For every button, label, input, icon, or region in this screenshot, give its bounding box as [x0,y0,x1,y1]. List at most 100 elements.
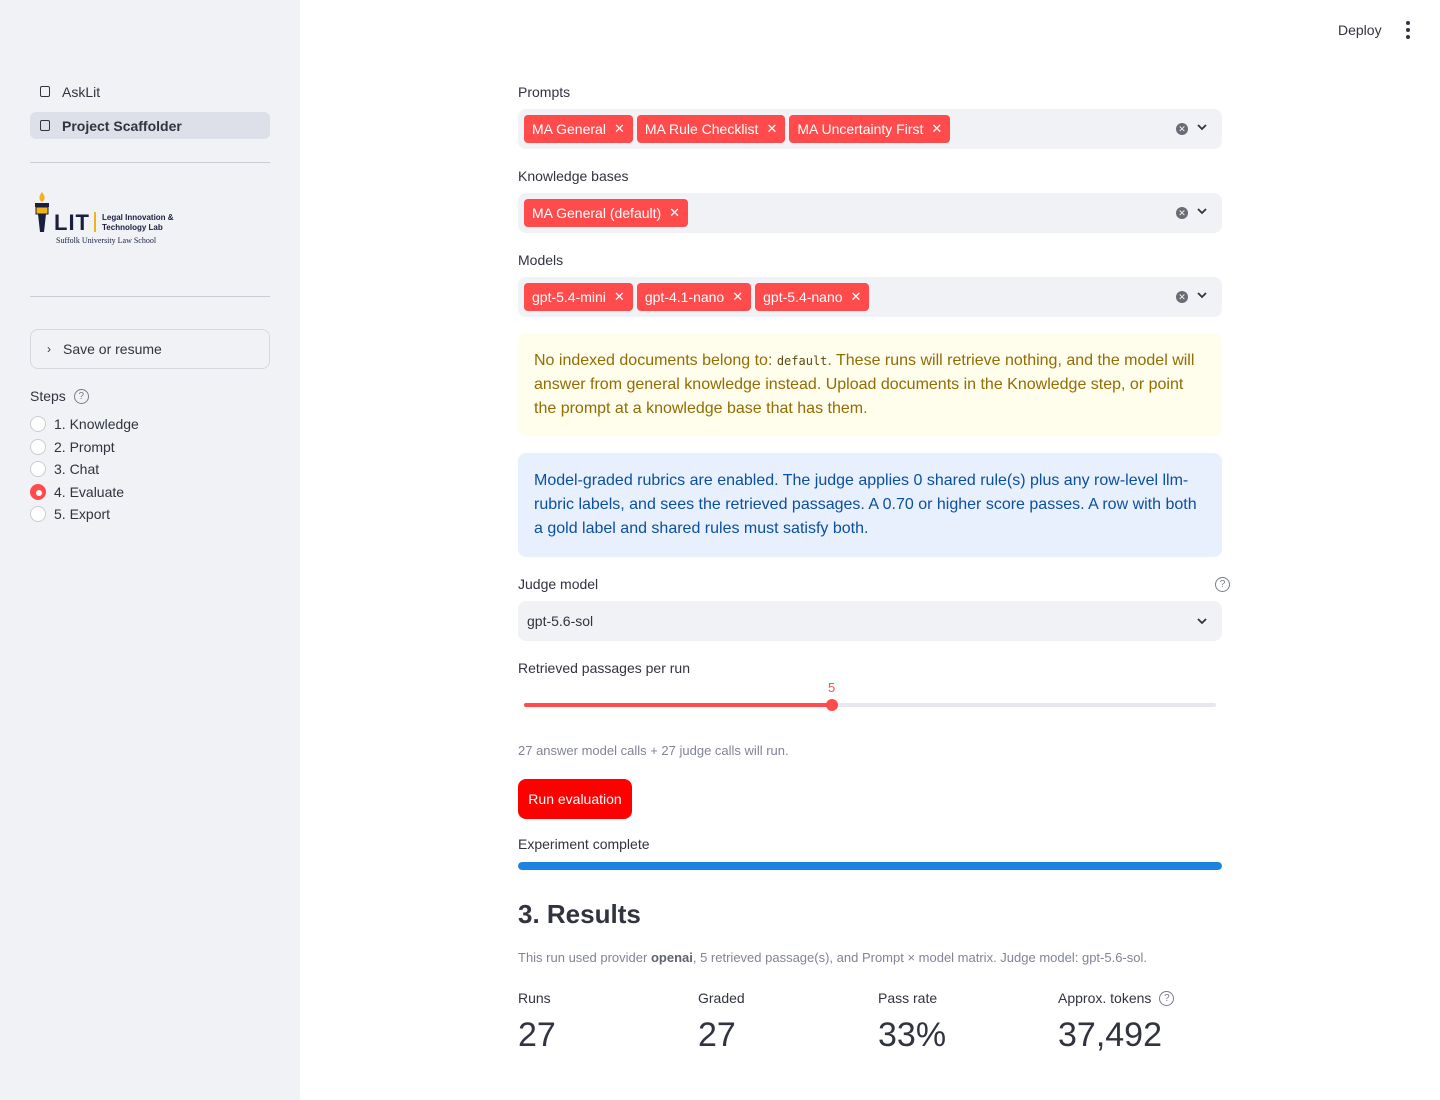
warning-code: default [776,354,828,368]
metric-label: Pass rate [878,990,938,1006]
metric-value: 27 [518,1016,556,1054]
chip-label: gpt-4.1-nano [644,289,725,305]
logo-mark: LIT [54,210,90,235]
metric-pass-rate: Pass rate 33% [878,990,1058,1055]
chip-label: MA Uncertainty First [797,121,924,137]
warning-alert: No indexed documents belong to: default.… [518,333,1222,436]
metric-label: Runs [518,990,551,1006]
chip-label: MA General [532,121,606,137]
logo-line1: Legal Innovation & [102,213,174,222]
run-evaluation-button[interactable]: Run evaluation [518,779,632,819]
knowledge-base-chip: MA General (default) ✕ [524,199,689,227]
steps-label: Steps ? [30,388,89,404]
step-radio[interactable]: 1. Knowledge [30,413,139,436]
help-icon[interactable]: ? [1215,577,1230,592]
steps-radio-group: 1. Knowledge 2. Prompt 3. Chat 4. Evaluate 5… [30,413,139,526]
judge-model-select[interactable]: gpt-5.6-sol [518,601,1222,641]
steps-label-text: Steps [30,388,66,404]
results-caption: This run used provider openai, 5 retriev… [518,950,1147,965]
metric-value: 27 [698,1016,736,1054]
radio-circle [30,483,46,500]
logo-line2: Technology Lab [102,223,163,232]
metric-value: 33% [878,1016,947,1054]
judge-model-label: Judge model [518,576,599,592]
progress-bar [518,862,1222,870]
caption-provider: openai [650,950,693,965]
models-multiselect[interactable]: gpt-5.4-mini ✕ gpt-4.1-nano ✕ gpt-5.4-nano… [518,277,1222,317]
remove-chip-icon[interactable]: ✕ [732,289,743,305]
metric-approx-tokens: Approx. tokens? 37,492 [1058,990,1238,1055]
model-chip: gpt-5.4-mini ✕ [524,283,633,311]
step-radio[interactable]: 5. Export [30,503,139,526]
models-label: Models [518,252,564,268]
remove-chip-icon[interactable]: ✕ [931,121,942,137]
metric-label: Approx. tokens [1058,990,1152,1006]
more-options-icon[interactable] [1398,18,1418,42]
knowledge-bases-label: Knowledge bases [518,168,629,184]
knowledge-bases-multiselect[interactable]: MA General (default) ✕ ✕ [518,193,1222,233]
help-icon[interactable]: ? [73,388,89,404]
torch-icon [35,192,49,232]
retrieved-passages-label: Retrieved passages per run [518,660,690,676]
prompts-multiselect[interactable]: MA General ✕ MA Rule Checklist ✕ MA Uncert… [518,109,1222,149]
page-icon [40,120,50,131]
prompt-chip: MA Rule Checklist ✕ [636,115,786,143]
warning-text: No indexed documents belong to: [534,352,777,369]
results-heading: 3. Results [518,899,641,929]
save-or-resume-expander[interactable]: › Save or resume [30,329,270,369]
progress-fill [518,862,1222,870]
radio-circle [30,461,46,478]
progress-label: Experiment complete [518,836,650,852]
model-chip: gpt-4.1-nano ✕ [636,283,752,311]
info-alert: Model-graded rubrics are enabled. The ju… [518,453,1222,557]
prompt-chip: MA General ✕ [524,115,633,143]
step-label: 4. Evaluate [54,483,125,500]
step-radio[interactable]: 3. Chat [30,458,139,481]
caption-part: , 5 retrieved passage(s), and Prompt × m… [692,950,1147,965]
step-label: 3. Chat [54,461,100,478]
sidebar-divider [30,296,270,297]
chip-label: gpt-5.4-mini [532,289,606,305]
chevron-down-icon[interactable] [1196,289,1208,301]
sidebar: AskLit Project Scaffolder LIT Legal Inno… [0,0,300,1100]
chevron-down-icon[interactable] [1196,121,1208,133]
clear-all-icon[interactable]: ✕ [1176,207,1188,219]
metric-label-row: Approx. tokens? [1058,990,1238,1006]
radio-circle [30,438,46,455]
metric-runs: Runs 27 [518,990,698,1055]
prompts-label: Prompts [518,84,571,100]
passages-slider[interactable] [524,699,1216,711]
step-radio[interactable]: 2. Prompt [30,436,139,459]
chevron-down-icon[interactable] [1196,205,1208,217]
sidebar-divider [30,162,270,163]
model-chip: gpt-5.4-nano ✕ [755,283,870,311]
calls-caption: 27 answer model calls + 27 judge calls w… [518,743,789,758]
radio-circle [30,506,46,523]
nav-item-asklit[interactable]: AskLit [30,78,270,105]
page-icon [40,86,50,97]
caption-part: This run used provider [518,950,651,965]
slider-fill [524,703,832,707]
chip-label: MA General (default) [532,205,662,221]
nav-item-project-scaffolder[interactable]: Project Scaffolder [30,112,270,139]
slider-thumb[interactable] [825,699,838,711]
step-label: 1. Knowledge [54,416,139,433]
metric-graded: Graded 27 [698,990,878,1055]
step-radio[interactable]: 4. Evaluate [30,481,139,504]
slider-value: 5 [827,680,836,695]
clear-all-icon[interactable]: ✕ [1176,291,1188,303]
lit-logo: LIT Legal Innovation & Technology Lab Su… [32,190,192,246]
step-label: 2. Prompt [54,438,115,455]
info-text: Model-graded rubrics are enabled. The ju… [534,472,1197,537]
sidebar-nav: AskLit Project Scaffolder [30,78,270,146]
remove-chip-icon[interactable]: ✕ [614,289,625,305]
clear-all-icon[interactable]: ✕ [1176,123,1188,135]
deploy-button[interactable]: Deploy [1330,20,1390,40]
remove-chip-icon[interactable]: ✕ [614,121,625,137]
help-icon[interactable]: ? [1159,990,1175,1006]
remove-chip-icon[interactable]: ✕ [669,205,680,221]
radio-circle [30,416,46,433]
remove-chip-icon[interactable]: ✕ [851,289,862,305]
remove-chip-icon[interactable]: ✕ [766,121,777,137]
metric-label: Graded [698,990,745,1006]
